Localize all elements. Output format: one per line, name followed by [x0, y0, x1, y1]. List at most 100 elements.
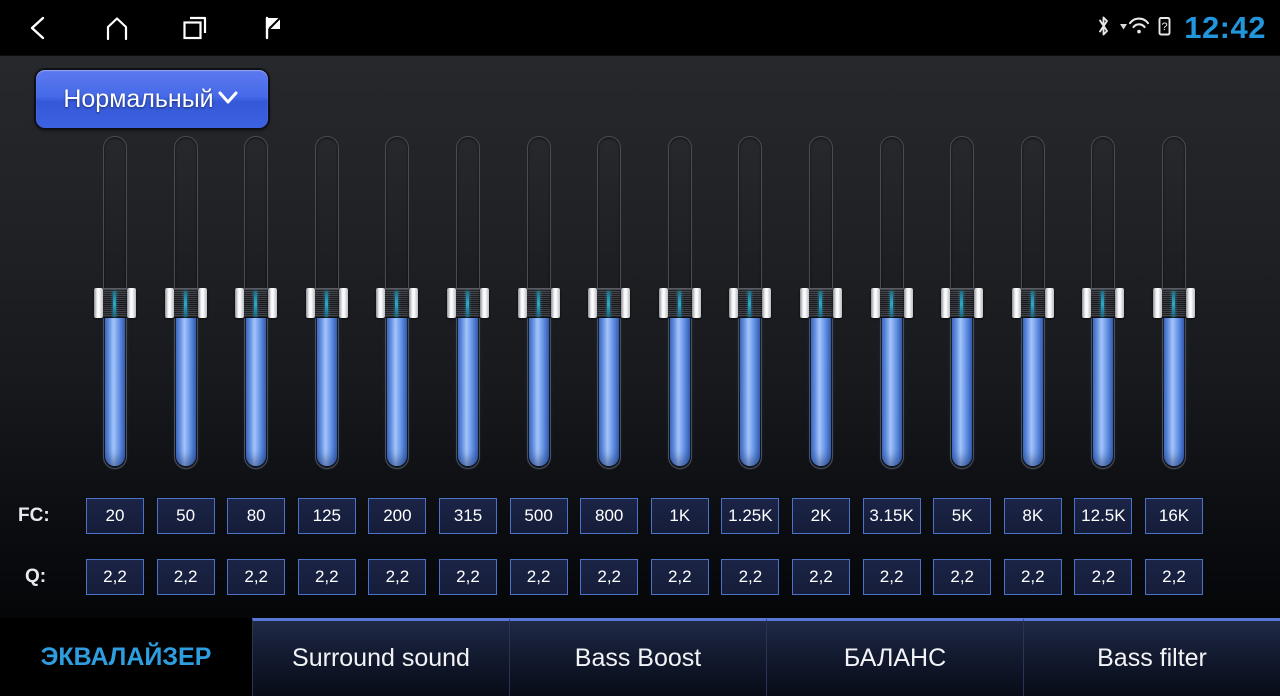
slider-thumb-cap-left: [1011, 287, 1021, 318]
band-slider[interactable]: [1153, 136, 1195, 469]
slider-thumb-cap-left: [94, 287, 103, 318]
slider-thumb[interactable]: [94, 287, 136, 318]
preset-dropdown-button[interactable]: Нормальный: [36, 70, 268, 128]
band-slider[interactable]: [941, 136, 984, 469]
q-value-cell[interactable]: 2,2: [509, 559, 568, 595]
band-slider[interactable]: [588, 136, 631, 469]
band-slider[interactable]: [729, 136, 772, 469]
fc-value-cell[interactable]: 2K: [792, 498, 850, 534]
slider-thumb[interactable]: [729, 287, 772, 318]
band-slider[interactable]: [870, 136, 913, 469]
slider-thumb[interactable]: [447, 287, 489, 318]
band-slider[interactable]: [1082, 136, 1125, 469]
slider-thumb-knob: [244, 287, 269, 318]
slider-fill: [740, 304, 761, 466]
fc-value-cell[interactable]: 3.15K: [862, 498, 921, 534]
flag-icon[interactable]: [234, 0, 312, 56]
q-value-cell[interactable]: 2,2: [86, 559, 144, 595]
slider-thumb[interactable]: [164, 287, 207, 318]
q-value-cell[interactable]: 2,2: [439, 559, 497, 595]
fc-value-cell[interactable]: 200: [368, 498, 427, 534]
slider-thumb[interactable]: [376, 287, 419, 318]
band-slider[interactable]: [305, 136, 348, 469]
status-clock: 12:42: [1184, 10, 1266, 45]
slider-thumb[interactable]: [588, 287, 631, 318]
q-value-cell[interactable]: 2,2: [862, 559, 921, 595]
q-value-cell[interactable]: 2,2: [792, 559, 850, 595]
slider-thumb[interactable]: [941, 287, 984, 318]
slider-thumb-cap-right: [338, 287, 348, 318]
back-icon[interactable]: [0, 0, 78, 56]
home-icon[interactable]: [78, 0, 156, 56]
tab-label: Bass filter: [1097, 644, 1207, 672]
fc-value-cell[interactable]: 50: [156, 498, 215, 534]
slider-thumb[interactable]: [1082, 287, 1125, 318]
slider-thumb-cap-left: [1153, 287, 1162, 318]
slider-thumb-cap-right: [1115, 287, 1125, 318]
slider-thumb-cap-left: [376, 287, 386, 318]
slider-thumb-knob: [1162, 287, 1186, 318]
fc-value-cell[interactable]: 315: [439, 498, 497, 534]
fc-value-cell[interactable]: 1.25K: [721, 498, 780, 534]
slider-thumb-cap-right: [268, 287, 278, 318]
slider-thumb[interactable]: [870, 287, 913, 318]
q-value-cell[interactable]: 2,2: [1145, 559, 1203, 595]
q-value-cell[interactable]: 2,2: [580, 559, 639, 595]
slider-thumb-knob: [597, 287, 622, 318]
fc-value-cell[interactable]: 5K: [933, 498, 992, 534]
tab-active[interactable]: ЭКВАЛАЙЗЕР: [0, 618, 252, 696]
tab-item[interactable]: БАЛАНС: [766, 618, 1023, 696]
recents-icon[interactable]: [156, 0, 234, 56]
q-value-cell[interactable]: 2,2: [297, 559, 356, 595]
band-slider[interactable]: [164, 136, 207, 469]
slider-thumb-cap-left: [1082, 287, 1092, 318]
band-slider[interactable]: [447, 136, 489, 469]
fc-value-cell[interactable]: 8K: [1003, 498, 1062, 534]
fc-value-cell[interactable]: 20: [86, 498, 144, 534]
slider-thumb-cap-right: [1186, 287, 1195, 318]
fc-value-cell[interactable]: 800: [580, 498, 639, 534]
slider-thumb-cap-right: [127, 287, 136, 318]
q-value-cell[interactable]: 2,2: [650, 559, 709, 595]
q-value-cell[interactable]: 2,2: [227, 559, 286, 595]
q-value-cell[interactable]: 2,2: [156, 559, 215, 595]
q-value-cell[interactable]: 2,2: [368, 559, 427, 595]
band-slider[interactable]: [517, 136, 560, 469]
slider-thumb[interactable]: [305, 287, 348, 318]
slider-thumb[interactable]: [517, 287, 560, 318]
q-value-cell[interactable]: 2,2: [721, 559, 780, 595]
equalizer-screen: ? 12:42 Нормальный FC: 20 50 80 125 200 315 50…: [0, 0, 1280, 696]
band-slider[interactable]: [235, 136, 278, 469]
slider-fill: [952, 304, 973, 466]
slider-thumb[interactable]: [235, 287, 278, 318]
q-value-cell[interactable]: 2,2: [933, 559, 992, 595]
band-slider[interactable]: [94, 136, 136, 469]
slider-fill: [811, 304, 831, 466]
tab-item[interactable]: Bass Boost: [509, 618, 766, 696]
slider-thumb[interactable]: [800, 287, 842, 318]
tab-label: Bass Boost: [574, 644, 702, 672]
band-slider[interactable]: [1011, 136, 1054, 469]
tab-item[interactable]: Surround sound: [252, 618, 509, 696]
band-slider[interactable]: [376, 136, 419, 469]
fc-value-cell[interactable]: 125: [297, 498, 356, 534]
slider-thumb[interactable]: [658, 287, 701, 318]
fc-value-cell[interactable]: 500: [509, 498, 568, 534]
slider-fill: [105, 304, 125, 466]
slider-thumb-knob: [526, 287, 551, 318]
slider-fill: [316, 304, 337, 466]
fc-value-cell[interactable]: 12.5K: [1074, 498, 1133, 534]
band-slider[interactable]: [800, 136, 842, 469]
tab-item[interactable]: Bass filter: [1023, 618, 1280, 696]
slider-thumb-cap-left: [729, 287, 739, 318]
band-slider[interactable]: [658, 136, 701, 469]
slider-thumb[interactable]: [1011, 287, 1054, 318]
fc-value-cell[interactable]: 80: [227, 498, 286, 534]
fc-value-cell[interactable]: 16K: [1145, 498, 1203, 534]
q-value-cell[interactable]: 2,2: [1074, 559, 1133, 595]
slider-thumb[interactable]: [1153, 287, 1195, 318]
fc-value-cell[interactable]: 1K: [650, 498, 709, 534]
slider-thumb-cap-right: [691, 287, 701, 318]
slider-fill: [175, 304, 196, 466]
q-value-cell[interactable]: 2,2: [1003, 559, 1062, 595]
